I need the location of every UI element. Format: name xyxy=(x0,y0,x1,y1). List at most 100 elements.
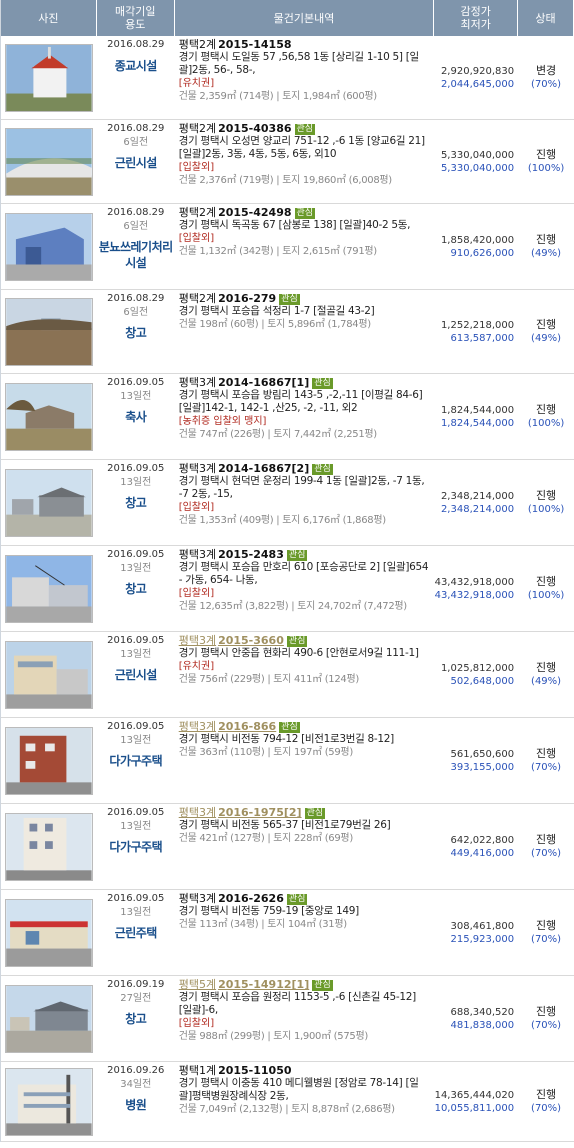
case-link[interactable]: 평택5계 2015-14912[1] 관심 xyxy=(179,978,431,991)
case-link[interactable]: 평택1계 2015-11050 xyxy=(179,1064,431,1077)
property-photo-cell[interactable] xyxy=(1,804,97,889)
interest-badge[interactable]: 관심 xyxy=(304,808,326,819)
property-photo-cell[interactable] xyxy=(1,36,97,119)
property-photo-cell[interactable] xyxy=(1,890,97,975)
court-name[interactable]: 평택3계 xyxy=(179,720,216,733)
case-link[interactable]: 평택3계 2014-16867[1] 관심 xyxy=(179,376,431,389)
property-photo[interactable] xyxy=(5,726,93,795)
listing-rows: 2016.08.29 종교시설 평택2계 2015-14158 경기 평택시 도일… xyxy=(1,36,574,1142)
property-photo-cell[interactable] xyxy=(1,1062,97,1141)
property-photo-cell[interactable] xyxy=(1,460,97,545)
case-number[interactable]: 2016-2626 xyxy=(218,892,284,905)
interest-badge[interactable]: 관심 xyxy=(312,378,333,389)
interest-badge[interactable]: 관심 xyxy=(286,894,308,905)
property-photo[interactable] xyxy=(5,127,93,196)
property-photo-cell[interactable] xyxy=(1,120,97,203)
listing-row[interactable]: 2016.08.29 종교시설 평택2계 2015-14158 경기 평택시 도일… xyxy=(1,36,574,120)
property-photo-cell[interactable] xyxy=(1,374,97,459)
property-photo[interactable] xyxy=(5,297,93,366)
case-number[interactable]: 2015-42498 xyxy=(218,206,291,219)
property-photo[interactable] xyxy=(5,554,93,623)
property-photo[interactable] xyxy=(5,898,93,967)
property-photo-cell[interactable] xyxy=(1,632,97,717)
court-name[interactable]: 평택2계 xyxy=(179,292,216,305)
header-status: 상태 xyxy=(518,0,574,36)
court-name[interactable]: 평택2계 xyxy=(179,206,216,219)
listing-row[interactable]: 2016.09.05 13일전 창고 평택3계 2014-16867[2] 관심 경… xyxy=(1,460,574,546)
price-cell: 642,022,800 449,416,000 xyxy=(434,804,518,889)
case-number[interactable]: 2015-14912[1] xyxy=(218,978,309,991)
property-photo-cell[interactable] xyxy=(1,718,97,803)
listing-row[interactable]: 2016.09.19 27일전 창고 평택5계 2015-14912[1] 관심 경… xyxy=(1,976,574,1062)
special-conditions: [유치권] xyxy=(178,661,215,672)
case-link[interactable]: 평택3계 2016-2626 관심 xyxy=(179,892,431,905)
case-number[interactable]: 2015-14158 xyxy=(218,38,291,51)
listing-row[interactable]: 2016.09.05 13일전 다가구주택 평택3계 2016-866 관심 경기 … xyxy=(1,718,574,804)
case-number[interactable]: 2015-2483 xyxy=(218,548,284,561)
court-name[interactable]: 평택3계 xyxy=(179,376,216,389)
case-number[interactable]: 2015-11050 xyxy=(218,1064,291,1077)
case-link[interactable]: 평택2계 2015-14158 xyxy=(179,38,431,51)
court-name[interactable]: 평택3계 xyxy=(179,462,216,475)
property-use: 다가구주택 xyxy=(109,840,163,854)
listing-row[interactable]: 2016.08.29 6일전 근린시설 평택2계 2015-40386 관심 경기 … xyxy=(1,120,574,204)
listing-row[interactable]: 2016.08.29 6일전 창고 평택2계 2016-279 관심 경기 평택시 … xyxy=(1,290,574,374)
case-link[interactable]: 평택2계 2016-279 관심 xyxy=(179,292,431,305)
case-link[interactable]: 평택2계 2015-40386 관심 xyxy=(179,122,431,135)
case-number[interactable]: 2014-16867[2] xyxy=(218,462,309,475)
interest-badge[interactable]: 관심 xyxy=(312,464,333,475)
property-photo[interactable] xyxy=(5,382,93,451)
court-name[interactable]: 평택3계 xyxy=(179,548,216,561)
property-use: 창고 xyxy=(125,496,147,510)
listing-row[interactable]: 2016.09.05 13일전 축사 평택3계 2014-16867[1] 관심 경… xyxy=(1,374,574,460)
interest-badge[interactable]: 관심 xyxy=(286,550,308,561)
case-number[interactable]: 2016-1975[2] xyxy=(218,806,302,819)
court-name[interactable]: 평택3계 xyxy=(179,892,216,905)
property-photo-cell[interactable] xyxy=(1,204,97,289)
minimum-price: 2,348,214,000 xyxy=(440,503,515,515)
court-name[interactable]: 평택3계 xyxy=(179,634,216,647)
case-link[interactable]: 평택3계 2015-3660 관심 xyxy=(179,634,431,647)
case-number[interactable]: 2015-3660 xyxy=(218,634,284,647)
listing-row[interactable]: 2016.09.05 13일전 근린시설 평택3계 2015-3660 관심 경기 … xyxy=(1,632,574,718)
interest-badge[interactable]: 관심 xyxy=(294,208,316,219)
price-cell: 43,432,918,000 43,432,918,000 xyxy=(434,546,518,631)
case-link[interactable]: 평택2계 2015-42498 관심 xyxy=(179,206,431,219)
case-number[interactable]: 2014-16867[1] xyxy=(218,376,309,389)
court-name[interactable]: 평택1계 xyxy=(179,1064,216,1077)
property-photo[interactable] xyxy=(5,43,93,112)
property-photo-cell[interactable] xyxy=(1,290,97,373)
case-number[interactable]: 2016-866 xyxy=(218,720,276,733)
listing-row[interactable]: 2016.09.26 34일전 병원 평택1계 2015-11050 경기 평택시… xyxy=(1,1062,574,1142)
listing-row[interactable]: 2016.08.29 6일전 분뇨쓰레기처리시설 평택2계 2015-42498 관… xyxy=(1,204,574,290)
listing-row[interactable]: 2016.09.05 13일전 창고 평택3계 2015-2483 관심 경기 평택… xyxy=(1,546,574,632)
listing-row[interactable]: 2016.09.05 13일전 근린주택 평택3계 2016-2626 관심 경기 … xyxy=(1,890,574,976)
interest-badge[interactable]: 관심 xyxy=(294,124,316,135)
property-photo[interactable] xyxy=(5,468,93,537)
price-cell: 14,365,444,020 10,055,811,000 xyxy=(434,1062,518,1141)
interest-badge[interactable]: 관심 xyxy=(279,722,300,733)
property-photo[interactable] xyxy=(5,212,93,281)
interest-badge[interactable]: 관심 xyxy=(312,980,333,991)
listing-row[interactable]: 2016.09.05 13일전 다가구주택 평택3계 2016-1975[2] 관심… xyxy=(1,804,574,890)
property-photo[interactable] xyxy=(5,812,93,881)
case-link[interactable]: 평택3계 2016-1975[2] 관심 xyxy=(179,806,431,819)
court-name[interactable]: 평택5계 xyxy=(179,978,216,991)
court-name[interactable]: 평택2계 xyxy=(179,122,216,135)
property-photo[interactable] xyxy=(5,640,93,709)
property-photo-cell[interactable] xyxy=(1,546,97,631)
case-link[interactable]: 평택3계 2015-2483 관심 xyxy=(179,548,431,561)
case-link[interactable]: 평택3계 2014-16867[2] 관심 xyxy=(179,462,431,475)
status-text: 진행 xyxy=(535,148,557,161)
interest-badge[interactable]: 관심 xyxy=(286,636,308,647)
case-number[interactable]: 2015-40386 xyxy=(218,122,291,135)
property-photo[interactable] xyxy=(5,1067,93,1136)
case-number[interactable]: 2016-279 xyxy=(218,292,276,305)
case-link[interactable]: 평택3계 2016-866 관심 xyxy=(179,720,431,733)
interest-badge[interactable]: 관심 xyxy=(279,294,300,305)
property-photo[interactable] xyxy=(5,984,93,1053)
court-name[interactable]: 평택2계 xyxy=(179,38,216,51)
price-rate: (49%) xyxy=(531,333,562,344)
court-name[interactable]: 평택3계 xyxy=(179,806,216,819)
property-photo-cell[interactable] xyxy=(1,976,97,1061)
